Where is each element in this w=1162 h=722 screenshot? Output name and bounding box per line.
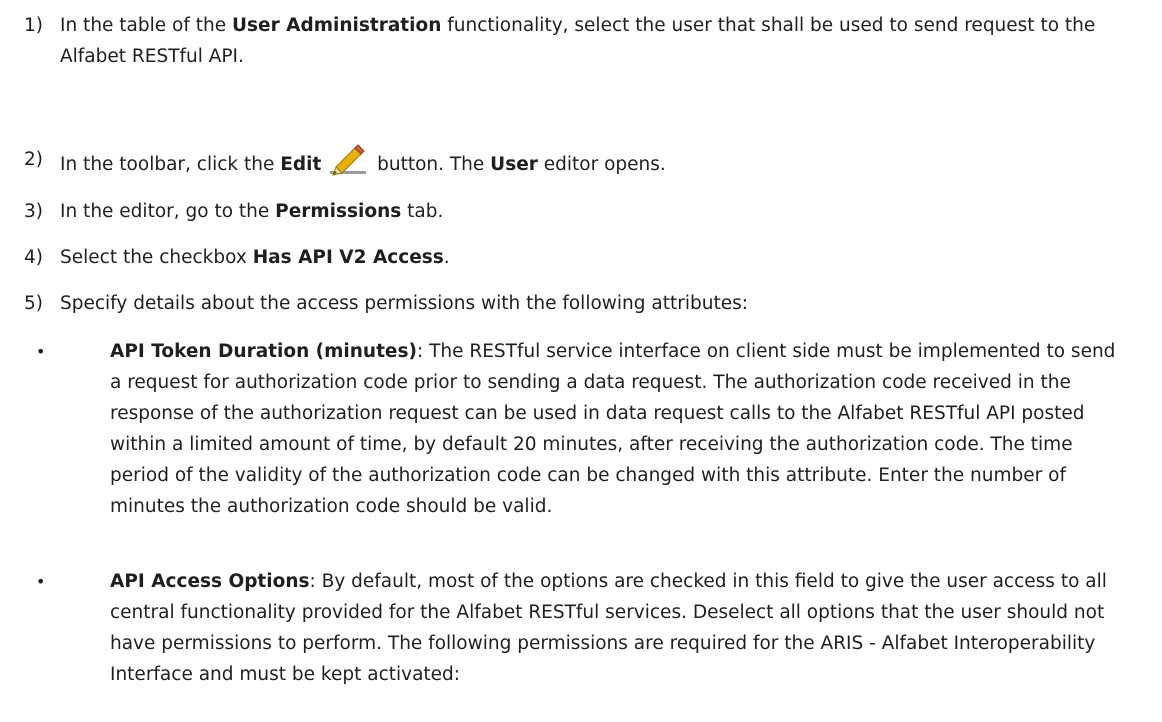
step-number: 5) <box>24 293 43 314</box>
step-1: 1) In the table of the User Administrati… <box>24 10 1144 72</box>
step-text: In the table of the User Administration … <box>60 10 1144 72</box>
step-bold-term: Permissions <box>275 201 402 222</box>
bullet-title: API Token Duration (minutes) <box>110 341 417 362</box>
step-2: 2) In the toolbar, click the Edit button… <box>24 144 1144 180</box>
step-3: 3) In the editor, go to the Permissions … <box>24 196 1144 227</box>
step-bold-term: User <box>490 154 538 175</box>
bullet-body: : The RESTful service interface on clien… <box>110 341 1116 517</box>
step-text: Select the checkbox Has API V2 Access. <box>60 242 1144 273</box>
step-text-part: In the editor, go to the <box>60 201 276 222</box>
step-number: 4) <box>24 247 43 268</box>
step-text-part: In the toolbar, click the <box>60 154 281 175</box>
bullet-text: API Access Options: By default, most of … <box>110 566 1126 690</box>
bullet-dot: • <box>36 342 46 361</box>
step-text: In the editor, go to the Permissions tab… <box>60 196 1144 227</box>
edit-pencil-icon <box>329 144 367 176</box>
bullet-api-access-options: • API Access Options: By default, most o… <box>36 566 1126 690</box>
step-number: 2) <box>24 149 43 170</box>
bullet-dot: • <box>36 572 46 591</box>
bullet-title: API Access Options <box>110 571 310 592</box>
step-text-part: Select the checkbox <box>60 247 253 268</box>
step-5: 5) Specify details about the access perm… <box>24 288 1144 319</box>
step-text-part: In the table of the <box>60 15 232 36</box>
step-bold-term: User Administration <box>232 15 442 36</box>
step-text: In the toolbar, click the Edit button. T… <box>60 144 1144 180</box>
step-bold-term: Edit <box>280 154 322 175</box>
step-text-part: editor opens. <box>537 154 666 175</box>
step-text: Specify details about the access permiss… <box>60 293 748 314</box>
step-bold-term: Has API V2 Access <box>252 247 444 268</box>
step-number: 3) <box>24 201 43 222</box>
bullet-api-token-duration: • API Token Duration (minutes): The REST… <box>36 336 1126 522</box>
step-text-part: tab. <box>401 201 444 222</box>
step-text-part: . <box>443 247 450 268</box>
step-number: 1) <box>24 15 43 36</box>
step-4: 4) Select the checkbox Has API V2 Access… <box>24 242 1144 273</box>
document-page: 1) In the table of the User Administrati… <box>0 0 1162 722</box>
bullet-text: API Token Duration (minutes): The RESTfu… <box>110 336 1126 522</box>
step-text-part: button. The <box>371 154 491 175</box>
